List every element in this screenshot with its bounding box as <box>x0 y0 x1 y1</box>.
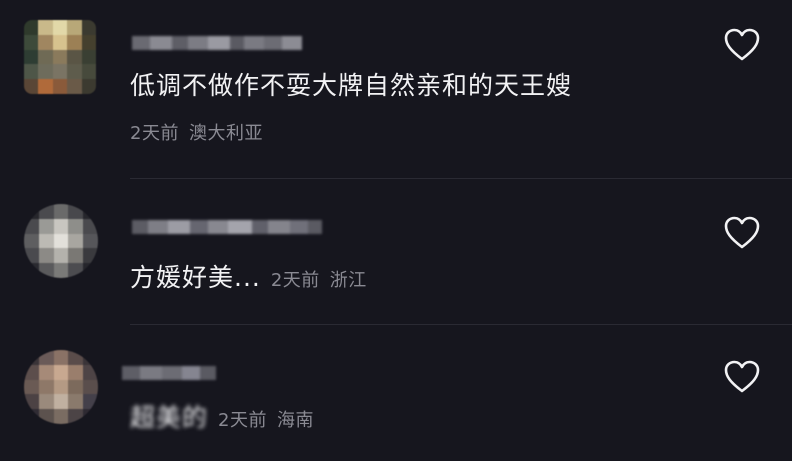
divider <box>130 324 792 325</box>
comment-text: 方媛好美... 2天前 浙江 <box>130 262 367 297</box>
comment-item: 低调不做作不耍大牌自然亲和的天王嫂 2天前 澳大利亚 <box>0 0 792 180</box>
avatar[interactable] <box>24 350 98 424</box>
comment-body: 超美的 <box>130 403 209 432</box>
comment-text: 超美的 2天前 海南 <box>130 402 314 437</box>
comment-meta: 2天前 浙江 <box>271 270 367 291</box>
heart-outline-icon[interactable] <box>724 216 760 250</box>
username-obscured[interactable] <box>132 32 302 54</box>
comment-item: 方媛好美... 2天前 浙江 <box>0 180 792 325</box>
comment-item: 超美的 2天前 海南 <box>0 326 792 461</box>
comment-meta: 2天前 澳大利亚 <box>130 122 263 146</box>
comment-time: 2天前 <box>270 270 320 291</box>
heart-outline-icon[interactable] <box>724 28 760 62</box>
comment-location: 海南 <box>276 410 314 431</box>
comment-location: 澳大利亚 <box>188 123 263 144</box>
divider <box>130 178 792 179</box>
comment-meta: 2天前 海南 <box>218 410 314 431</box>
username-obscured[interactable] <box>132 216 322 238</box>
avatar[interactable] <box>24 20 96 94</box>
comment-time: 2天前 <box>130 123 179 144</box>
username-obscured[interactable] <box>122 362 216 384</box>
comment-time: 2天前 <box>218 410 267 431</box>
heart-outline-icon[interactable] <box>724 360 760 394</box>
comment-location: 浙江 <box>329 270 367 291</box>
comment-text: 低调不做作不耍大牌自然亲和的天王嫂 <box>130 71 573 100</box>
avatar[interactable] <box>24 204 98 278</box>
comment-body: 方媛好美... <box>130 263 261 292</box>
